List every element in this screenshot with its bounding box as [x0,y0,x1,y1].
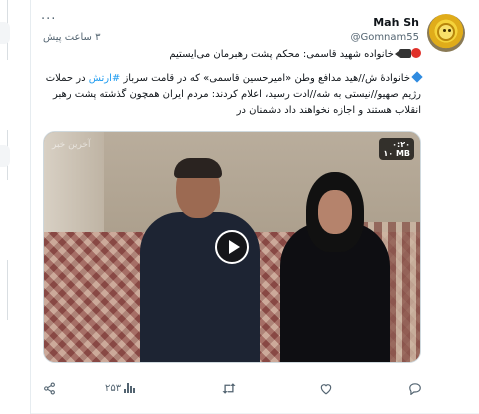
tweet[interactable]: Mah Sh @Gomnam55 ··· ۳ ساعت پیش خانواده … [31,0,479,414]
avatar[interactable] [427,14,465,52]
avatar-eye [443,29,446,32]
video-size: ۱۰ MB [383,149,410,158]
avatar-face [437,23,455,41]
post-headline: خانواده شهید قاسمی: محکم پشت رهبرمان می‌… [43,47,421,63]
post-headline-text: خانواده شهید قاسمی: محکم پشت رهبرمان می‌… [169,49,394,60]
rail-button[interactable] [0,145,10,167]
like-icon-glyph [320,383,332,394]
post-time[interactable]: ۳ ساعت پیش [43,32,101,43]
play-icon[interactable] [215,230,249,264]
video-camera-icon [395,49,411,58]
share-icon[interactable] [43,378,56,398]
post-body: خانوادهٔ ش//هید مدافع وطن «امیرحسین قاسم… [43,71,423,119]
reply-icon-glyph [409,382,421,395]
red-circle-icon [411,48,421,58]
hashtag-link[interactable]: #ارتش [89,73,121,84]
rail-divider [7,260,8,320]
author-handle[interactable]: @Gomnam55 [350,32,419,43]
action-bar: ۲۵۳ [43,378,433,398]
post-body-text: خانوادهٔ ش//هید مدافع وطن «امیرحسین قاسم… [120,73,410,84]
blue-diamond-icon [411,71,423,83]
avatar-eye [448,29,451,32]
author-display-name[interactable]: Mah Sh [373,16,419,29]
views-icon [124,383,136,393]
video-frame-man-hair [174,158,222,178]
reply-icon[interactable] [408,378,422,398]
rail-button[interactable] [0,22,10,44]
views-counter[interactable]: ۲۵۳ [105,378,136,398]
video-info-badge: ۰:۲۰ ۱۰ MB [379,138,414,160]
left-rail [0,0,10,414]
more-icon[interactable]: ··· [41,12,56,27]
retweet-icon[interactable] [221,378,237,398]
views-count: ۲۵۳ [105,382,122,394]
video-player[interactable]: آخرین خبر ۰:۲۰ ۱۰ MB [43,131,421,363]
video-frame-woman-face [318,190,352,234]
video-watermark: آخرین خبر [52,140,91,150]
like-icon[interactable] [319,378,333,398]
share-icon-glyph [44,382,55,394]
video-duration: ۰:۲۰ [392,140,410,149]
retweet-icon-glyph [222,382,236,394]
